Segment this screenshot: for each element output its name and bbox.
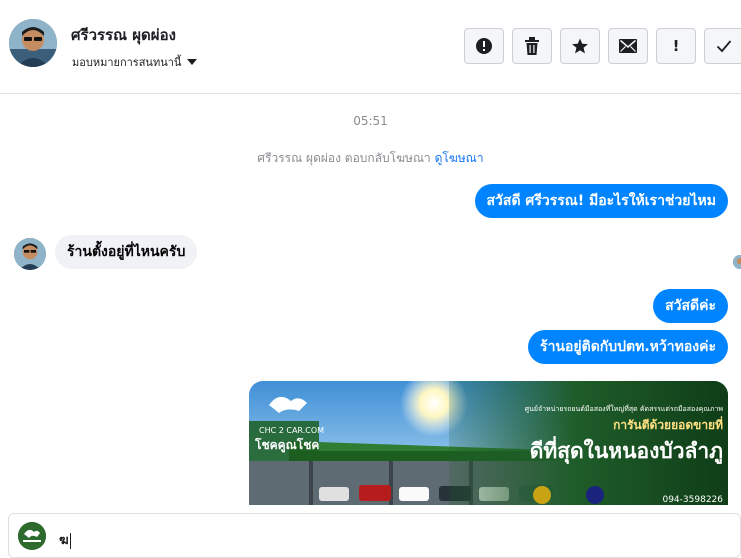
ad-headline-big: ดีที่สุดในหนองบัวลำภู	[530, 435, 723, 465]
seen-receipt-avatar	[733, 255, 741, 269]
page-avatar	[18, 522, 46, 550]
star-icon	[572, 38, 588, 54]
star-button[interactable]	[560, 28, 600, 64]
spam-button[interactable]	[464, 28, 504, 64]
ad-reply-text: ศรีวรรณ ผุดผ่อง ตอบกลับโฆษณา	[257, 151, 431, 165]
contact-avatar[interactable]	[9, 19, 57, 67]
alert-circle-icon	[476, 38, 492, 54]
mark-unread-button[interactable]	[608, 28, 648, 64]
message-bubble-outgoing: สวัสดี ศรีวรรณ! มีอะไรให้เราช่วยไหม	[474, 184, 728, 218]
ad-headline-mid: การันตีด้วยยอดขายที่	[613, 416, 723, 432]
conversation-header: ศรีวรรณ ผุดผ่อง มอบหมายการสนทนานี้ !	[0, 0, 741, 94]
chevron-down-icon	[187, 59, 198, 65]
ad-brand: CHC 2 CAR.COM	[259, 426, 324, 435]
check-icon	[716, 40, 732, 53]
ad-headline-small: ศูนย์จำหน่ายรถยนต์มือสองที่ใหญ่ที่สุด คั…	[525, 404, 724, 413]
trash-icon	[525, 37, 539, 55]
view-ad-link[interactable]: ดูโฆษณา	[435, 151, 484, 165]
conversation-toolbar: !	[464, 28, 741, 64]
message-thread: 05:51 ศรีวรรณ ผุดผ่อง ตอบกลับโฆษณา ดูโฆษ…	[0, 95, 741, 505]
message-bubble-outgoing: ร้านอยู่ติดกับปตท.หว้าทองค่ะ	[528, 330, 728, 364]
contact-avatar-small	[14, 238, 46, 270]
message-input[interactable]: ฆ	[59, 529, 659, 550]
ad-reply-note: ศรีวรรณ ผุดผ่อง ตอบกลับโฆษณา ดูโฆษณา	[0, 149, 741, 168]
assign-conversation-dropdown[interactable]: มอบหมายการสนทนานี้	[72, 53, 198, 71]
message-bubble-incoming: ร้านตั้งอยู่ที่ไหนครับ	[55, 235, 198, 269]
ad-image-attachment[interactable]: CHC 2 CAR.COM โชคคูณโชค ศูนย์จำหน่ายรถยน…	[249, 381, 728, 505]
contact-name[interactable]: ศรีวรรณ ผุดผ่อง	[71, 23, 176, 47]
ad-phone: 094-3598226	[662, 495, 723, 505]
envelope-icon	[619, 39, 637, 53]
message-bubble-outgoing: สวัสดีค่ะ	[653, 289, 728, 323]
message-timestamp: 05:51	[353, 114, 388, 128]
message-input-text: ฆ	[59, 533, 69, 548]
follow-up-button[interactable]: !	[656, 28, 696, 64]
exclamation-icon: !	[672, 37, 680, 55]
delete-button[interactable]	[512, 28, 552, 64]
text-caret	[69, 532, 71, 549]
ad-tagline: โชคคูณโชค	[254, 437, 319, 453]
message-composer: ฆ	[8, 513, 741, 558]
assign-label: มอบหมายการสนทนานี้	[72, 56, 182, 69]
done-button[interactable]	[704, 28, 741, 64]
